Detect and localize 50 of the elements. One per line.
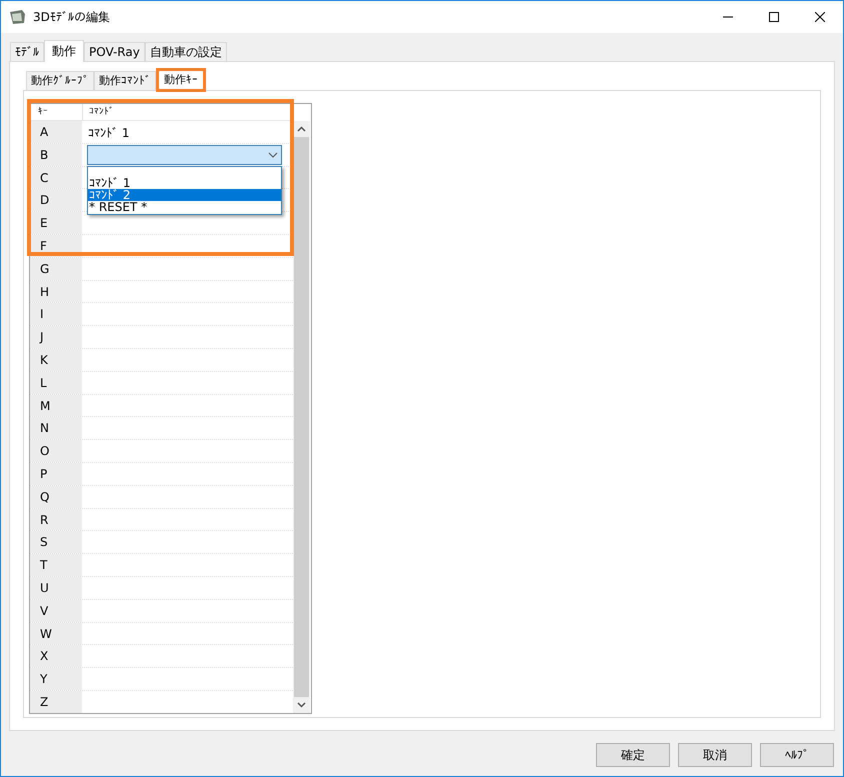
key-cell: I	[30, 303, 82, 326]
key-cell: T	[30, 554, 82, 576]
maximize-icon[interactable]	[769, 12, 779, 22]
key-cell: L	[30, 372, 82, 394]
scrollbar-thumb[interactable]	[294, 137, 309, 697]
subtab[interactable]: 動作ｷｰ	[156, 68, 206, 92]
key-cell: O	[30, 440, 82, 462]
dropdown-option[interactable]: * RESET *	[88, 200, 281, 213]
key-cell: E	[30, 212, 82, 234]
key-cell: Q	[30, 486, 82, 508]
key-cell: W	[30, 622, 82, 644]
app-icon	[9, 9, 27, 25]
subtab[interactable]: 動作ｺﾏﾝﾄﾞ	[94, 71, 156, 90]
key-cell: V	[30, 600, 82, 622]
subtab[interactable]: 動作ｸﾞﾙｰﾌﾟ	[26, 71, 94, 90]
dialog-button[interactable]: 取消	[678, 743, 752, 767]
command-dropdown[interactable]	[87, 144, 282, 165]
dropdown-option[interactable]: ｺﾏﾝﾄﾞ 1	[88, 176, 281, 189]
key-cell: B	[30, 144, 82, 166]
key-cell: S	[30, 531, 82, 554]
command-cell-text: ｺﾏﾝﾄﾞ 1	[88, 125, 130, 142]
key-cell: Y	[30, 668, 82, 690]
key-cell: A	[30, 121, 82, 143]
tab[interactable]: ﾓﾃﾞﾙ	[10, 42, 44, 61]
dialog-button[interactable]: ﾍﾙﾌﾟ	[760, 743, 834, 767]
scrollbar[interactable]	[293, 121, 310, 713]
tab[interactable]: POV-Ray	[84, 42, 145, 61]
key-cell: M	[30, 394, 82, 416]
column-header: ｺﾏﾝﾄﾞ	[82, 104, 283, 120]
tab[interactable]: 自動車の設定	[144, 42, 227, 61]
scroll-down-icon[interactable]	[297, 702, 306, 708]
chevron-down-icon	[268, 152, 278, 158]
key-cell: Z	[30, 690, 82, 713]
key-cell: J	[30, 326, 82, 348]
key-cell: X	[30, 645, 82, 668]
tab[interactable]: 動作	[44, 40, 84, 62]
close-icon[interactable]	[815, 12, 825, 22]
key-cell: G	[30, 258, 82, 280]
key-cell: U	[30, 576, 82, 599]
key-cell: H	[30, 280, 82, 302]
key-cell: R	[30, 508, 82, 530]
scroll-up-icon[interactable]	[297, 126, 306, 132]
key-cell: C	[30, 166, 82, 188]
key-cell: P	[30, 462, 82, 485]
window-title: 3Dﾓﾃﾞﾙの編集	[33, 9, 110, 26]
key-cell: K	[30, 348, 82, 371]
dialog-button[interactable]: 確定	[596, 743, 670, 767]
key-cell: D	[30, 189, 82, 212]
key-cell: N	[30, 417, 82, 440]
dropdown-option[interactable]: ｺﾏﾝﾄﾞ 2	[88, 188, 281, 201]
